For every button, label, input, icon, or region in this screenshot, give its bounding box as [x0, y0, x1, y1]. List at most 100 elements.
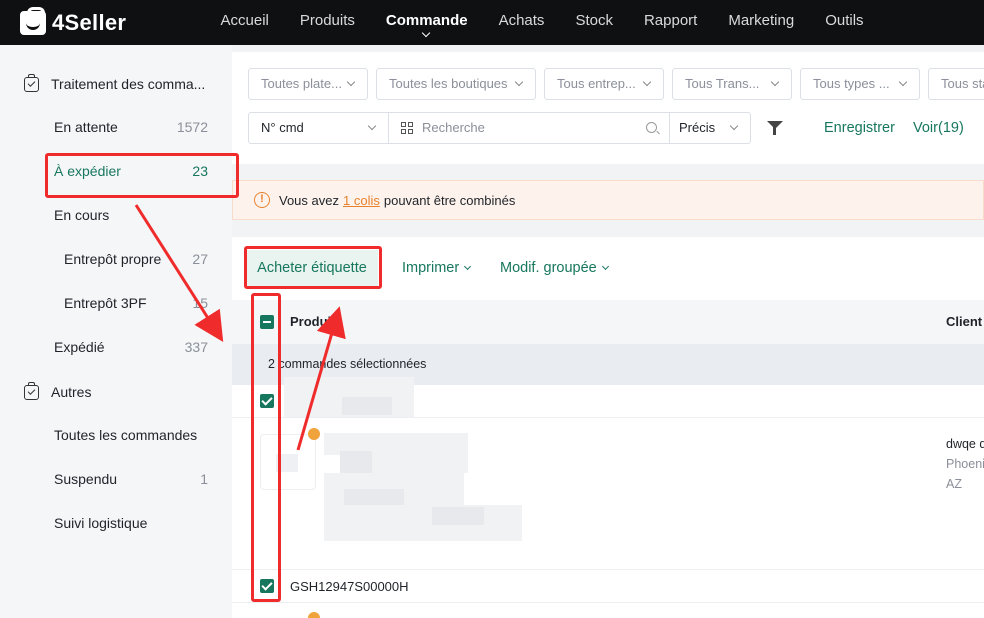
sidebar: Traitement des comma... En attente 1572 … [0, 45, 232, 618]
search-input[interactable]: Recherche [389, 113, 670, 143]
view-button[interactable]: Voir(19) [913, 112, 964, 144]
sidebar-item-expedie[interactable]: Expédié 337 [0, 325, 232, 369]
sidebar-item-suivi-logistique[interactable]: Suivi logistique [0, 501, 232, 545]
platform-select-value: Toutes plate... [261, 76, 342, 91]
search-placeholder: Recherche [422, 120, 485, 135]
type-select-value: Tous types ... [813, 76, 890, 91]
row-divider [232, 417, 984, 418]
carrier-select[interactable]: Tous Trans... [672, 68, 792, 100]
chevron-down-icon [642, 77, 652, 87]
grid-icon [401, 122, 413, 134]
clipboard-check-icon [24, 73, 39, 92]
print-label: Imprimer [402, 260, 460, 276]
select-all-checkbox[interactable] [260, 315, 274, 329]
bulk-edit-label: Modif. groupée [500, 260, 597, 276]
sidebar-item-count: 27 [192, 251, 208, 267]
status-select-value: Tous sta [941, 76, 984, 91]
sidebar-item-label: En attente [54, 119, 118, 135]
sidebar-item-label: Suspendu [54, 471, 118, 487]
nav-achats[interactable]: Achats [483, 0, 560, 45]
row-checkbox[interactable] [260, 579, 274, 593]
image-placeholder-icon [276, 454, 298, 472]
row-divider [232, 602, 984, 603]
sidebar-group-label: Autres [51, 384, 92, 400]
sidebar-item-suspendu[interactable]: Suspendu 1 [0, 457, 232, 501]
sidebar-item-count: 15 [192, 295, 208, 311]
column-header-product: Produit [290, 314, 336, 329]
filter-panel: Toutes plate... Toutes les boutiques Tou… [232, 52, 984, 164]
sidebar-item-label: Expédié [54, 339, 105, 355]
main-nav: Accueil Produits Commande Achats Stock R… [205, 0, 879, 45]
sidebar-item-count: 1 [200, 471, 208, 487]
warning-icon: ! [254, 192, 270, 208]
platform-select[interactable]: Toutes plate... [248, 68, 368, 100]
sidebar-item-toutes-commandes[interactable]: Toutes les commandes [0, 413, 232, 457]
type-select[interactable]: Tous types ... [800, 68, 920, 100]
sidebar-item-count: 1572 [176, 119, 208, 135]
redacted-block [432, 507, 484, 525]
nav-produits[interactable]: Produits [284, 0, 370, 45]
nav-stock[interactable]: Stock [560, 0, 629, 45]
chevron-down-icon [514, 77, 524, 87]
product-thumbnail[interactable] [260, 434, 316, 490]
redacted-block [342, 397, 392, 415]
sidebar-item-label: Toutes les commandes [54, 427, 198, 443]
buy-label-button[interactable]: Acheter étiquette [246, 250, 378, 286]
logo-bag-icon [20, 6, 46, 35]
selection-count-text: 2 commandes sélectionnées [268, 357, 427, 371]
print-dropdown[interactable]: Imprimer [402, 250, 472, 286]
save-filter-button[interactable]: Enregistrer [824, 112, 895, 144]
chevron-down-icon [367, 121, 377, 131]
nav-marketing[interactable]: Marketing [713, 0, 810, 45]
client-state: AZ [946, 477, 962, 491]
filter-icon[interactable] [766, 120, 784, 136]
sidebar-group-processing[interactable]: Traitement des comma... [24, 73, 205, 92]
alert-colis-link[interactable]: 1 colis [343, 193, 380, 208]
chevron-down-icon [601, 262, 609, 271]
match-mode-select[interactable]: Précis [670, 113, 750, 143]
app-logo[interactable]: 4Seller [20, 6, 205, 36]
alert-prefix: Vous avez [279, 192, 339, 208]
row-divider [232, 569, 984, 570]
warehouse-select[interactable]: Tous entrep... [544, 68, 664, 100]
sidebar-item-a-expedier[interactable]: À expédier 23 [0, 149, 232, 193]
chevron-down-icon [464, 262, 472, 271]
warehouse-select-value: Tous entrep... [557, 76, 636, 91]
sidebar-item-entrepot-3pf[interactable]: Entrepôt 3PF 15 [0, 281, 232, 325]
sidebar-item-label: À expédier [54, 163, 121, 179]
sidebar-item-en-cours[interactable]: En cours [0, 193, 232, 237]
clipboard-check-icon [24, 381, 39, 400]
carrier-select-value: Tous Trans... [685, 76, 760, 91]
chevron-down-icon [898, 77, 908, 87]
nav-rapport[interactable]: Rapport [628, 0, 712, 45]
search-icon[interactable] [646, 122, 657, 133]
table-header: Produit Client [232, 300, 984, 344]
row-checkbox[interactable] [260, 394, 274, 408]
nav-commande[interactable]: Commande [370, 0, 483, 45]
sidebar-item-label: Entrepôt propre [64, 251, 162, 267]
redacted-block [372, 433, 468, 473]
top-nav-bar: 4Seller Accueil Produits Commande Achats… [0, 0, 984, 45]
sidebar-item-entrepot-propre[interactable]: Entrepôt propre 27 [0, 237, 232, 281]
search-field-select[interactable]: N° cmd [249, 113, 389, 143]
search-field-value: N° cmd [261, 120, 304, 135]
combine-alert: ! Vous avez 1 colis pouvant être combiné… [232, 180, 984, 220]
sidebar-item-en-attente[interactable]: En attente 1572 [0, 105, 232, 149]
sidebar-item-label: Entrepôt 3PF [64, 295, 147, 311]
alert-suffix: pouvant être combinés [383, 192, 516, 208]
status-select[interactable]: Tous sta [928, 68, 984, 100]
chevron-down-icon [770, 77, 780, 87]
redacted-block [324, 505, 522, 541]
shop-select-value: Toutes les boutiques [389, 76, 508, 91]
status-dot-icon [308, 612, 320, 618]
shop-select[interactable]: Toutes les boutiques [376, 68, 536, 100]
chevron-down-icon [421, 28, 430, 38]
order-number: GSH12947S00000H [290, 579, 409, 594]
nav-outils[interactable]: Outils [810, 0, 879, 45]
status-dot-icon [308, 428, 320, 440]
bulk-edit-dropdown[interactable]: Modif. groupée [500, 250, 609, 286]
sidebar-item-count: 23 [192, 163, 208, 179]
sidebar-group-autres[interactable]: Autres [24, 381, 92, 400]
match-mode-value: Précis [679, 120, 716, 135]
nav-accueil[interactable]: Accueil [205, 0, 284, 45]
